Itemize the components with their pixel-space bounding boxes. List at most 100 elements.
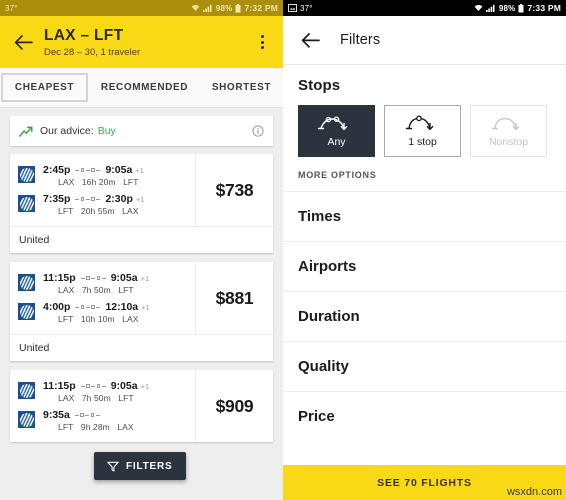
filters-title: Filters xyxy=(340,32,381,48)
status-bar-left: 37° 98% 7:32 PM xyxy=(0,0,283,16)
united-airlines-logo-icon xyxy=(18,382,35,399)
leg-arrive-time: 9:05a xyxy=(110,380,138,392)
united-airlines-logo-icon xyxy=(18,195,35,212)
leg-arrive-time: 12:10a xyxy=(105,301,139,313)
one-stop-arc-icon xyxy=(403,115,443,132)
status-bar-left-group: 37° xyxy=(5,4,18,13)
leg-next-day-badge: +1 xyxy=(135,165,144,175)
sort-tabs: CHEAPEST RECOMMENDED SHORTEST xyxy=(0,68,283,108)
price-advice-card[interactable]: Our advice: Buy xyxy=(10,116,273,146)
leg-next-day-badge: +1 xyxy=(140,273,150,283)
clock-label: 7:33 PM xyxy=(527,3,561,13)
filters-button[interactable]: FILTERS xyxy=(94,452,186,480)
battery-percent-label: 98% xyxy=(215,3,233,13)
leg-origin: LFT xyxy=(58,422,74,432)
status-bar-right-group: 98% 7:32 PM xyxy=(191,3,278,13)
leg-origin: LAX xyxy=(58,285,75,295)
leg-route: LAX 7h 50m LFT xyxy=(43,285,149,295)
flight-legs: 2:45p 9:05a +1 LAX 16h 20m LFT 7:35p 2:3… xyxy=(10,154,195,226)
flight-results-screen: 37° 98% 7:32 PM LAX – LFT Dec 28 – 30, 1… xyxy=(0,0,283,500)
stops-option-1-stop[interactable]: 1 stop xyxy=(384,105,461,157)
dual-screenshot-container: 37° 98% 7:32 PM LAX – LFT Dec 28 – 30, 1… xyxy=(0,0,566,500)
screenshot-icon xyxy=(288,4,297,12)
leg-destination: LFT xyxy=(123,177,139,187)
flight-price: $738 xyxy=(195,154,273,226)
filter-row-quality[interactable]: Quality xyxy=(283,341,566,391)
more-options-label[interactable]: MORE OPTIONS xyxy=(283,157,566,191)
signal-bars-icon xyxy=(202,4,213,12)
flight-price: $909 xyxy=(195,370,273,442)
leg-destination: LFT xyxy=(118,285,134,295)
stops-option-any[interactable]: Any xyxy=(298,105,375,157)
leg-times: 2:45p 9:05a +1 xyxy=(43,164,144,176)
tab-cheapest[interactable]: CHEAPEST xyxy=(0,73,89,102)
stops-section: Stops Any 1 stop Nonstop xyxy=(283,65,566,157)
two-stops-arc-icon xyxy=(317,115,357,132)
filters-button-label: FILTERS xyxy=(126,460,173,472)
leg-times: 11:15p 9:05a +1 xyxy=(43,272,149,284)
leg-duration: 7h 50m xyxy=(81,393,111,403)
filter-row-airports[interactable]: Airports xyxy=(283,241,566,291)
tab-shortest[interactable]: SHORTEST xyxy=(200,75,283,100)
leg-route: LFT 20h 55m LAX xyxy=(43,206,144,216)
leg-depart-time: 11:15p xyxy=(43,272,76,284)
leg-arrive-time: 9:05a xyxy=(110,272,138,284)
leg-next-day-badge: +1 xyxy=(135,194,145,204)
leg-route: LFT 10h 10m LAX xyxy=(43,314,150,324)
stops-option-label: Nonstop xyxy=(488,135,529,148)
flight-card[interactable]: 2:45p 9:05a +1 LAX 16h 20m LFT 7:35p 2:3… xyxy=(10,154,273,253)
flight-leg: 7:35p 2:30p +1 LFT 20h 55m LAX xyxy=(10,190,195,219)
filter-row-label: Price xyxy=(298,408,335,425)
flight-card[interactable]: 11:15p 9:05a +1 LAX 7h 50m LFT xyxy=(10,370,273,442)
filter-row-label: Duration xyxy=(298,308,360,325)
page-subtitle: Dec 28 – 30, 1 traveler xyxy=(44,46,141,58)
advice-value: Buy xyxy=(97,125,116,137)
overflow-menu-icon[interactable] xyxy=(251,27,273,57)
leg-origin: LFT xyxy=(58,206,74,216)
leg-duration: 20h 55m xyxy=(80,206,115,216)
stops-option-nonstop: Nonstop xyxy=(470,105,547,157)
wifi-icon xyxy=(474,4,483,12)
filter-row-times[interactable]: Times xyxy=(283,191,566,241)
leg-details: 4:00p 12:10a +1 LFT 10h 10m LAX xyxy=(43,301,150,324)
stops-connector-icon xyxy=(74,413,100,417)
back-arrow-icon[interactable] xyxy=(297,27,323,53)
flight-leg: 9:35a LFT 9h 28m LAX xyxy=(10,406,195,435)
filter-funnel-icon xyxy=(107,461,119,472)
united-airlines-logo-icon xyxy=(18,411,35,428)
filter-row-label: Times xyxy=(298,208,342,225)
tab-recommended[interactable]: RECOMMENDED xyxy=(89,75,200,100)
flight-legs: 11:15p 9:05a +1 LAX 7h 50m LFT xyxy=(10,262,195,334)
leg-duration: 16h 20m xyxy=(81,177,116,187)
flight-airline-name: United xyxy=(10,226,273,253)
flight-card-main: 11:15p 9:05a +1 LAX 7h 50m LFT xyxy=(10,262,273,334)
info-icon[interactable] xyxy=(252,125,264,137)
leg-depart-time: 7:35p xyxy=(43,193,71,205)
battery-percent-label: 98% xyxy=(498,3,516,13)
stops-connector-icon xyxy=(80,384,106,388)
filter-row-label: Airports xyxy=(298,258,357,275)
leg-next-day-badge: +1 xyxy=(140,381,150,391)
leg-next-day-badge: +1 xyxy=(141,302,150,312)
flight-leg: 11:15p 9:05a +1 LAX 7h 50m LFT xyxy=(10,377,195,406)
app-bar-titles: LAX – LFT Dec 28 – 30, 1 traveler xyxy=(44,27,140,58)
united-airlines-logo-icon xyxy=(18,303,35,320)
leg-destination: LFT xyxy=(118,393,134,403)
leg-times: 11:15p 9:05a +1 xyxy=(43,380,149,392)
status-bar-left-group: 37° xyxy=(288,4,313,13)
stops-heading: Stops xyxy=(298,77,341,94)
app-bar: LAX – LFT Dec 28 – 30, 1 traveler xyxy=(0,16,283,68)
leg-details: 11:15p 9:05a +1 LAX 7h 50m LFT xyxy=(43,380,149,403)
filter-row-price[interactable]: Price xyxy=(283,391,566,441)
filters-screen: 37° 98% 7:33 PM Filters Stops Any 1 stop… xyxy=(283,0,566,500)
advice-label: Our advice: xyxy=(40,125,94,137)
back-arrow-icon[interactable] xyxy=(8,27,38,57)
filter-row-duration[interactable]: Duration xyxy=(283,291,566,341)
flight-results-list: 2:45p 9:05a +1 LAX 16h 20m LFT 7:35p 2:3… xyxy=(0,146,283,442)
see-flights-button-label: SEE 70 FLIGHTS xyxy=(377,476,472,489)
stops-connector-icon xyxy=(75,168,101,172)
leg-details: 7:35p 2:30p +1 LFT 20h 55m LAX xyxy=(43,193,144,216)
leg-depart-time: 4:00p xyxy=(43,301,71,313)
flight-card[interactable]: 11:15p 9:05a +1 LAX 7h 50m LFT xyxy=(10,262,273,361)
flight-legs: 11:15p 9:05a +1 LAX 7h 50m LFT xyxy=(10,370,195,442)
